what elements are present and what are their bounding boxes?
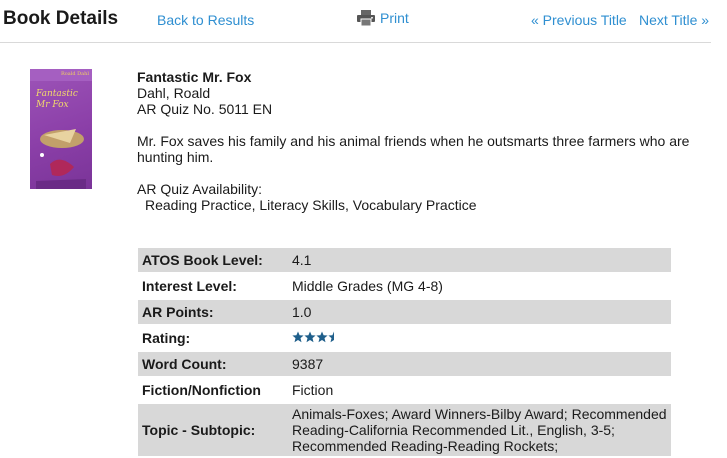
detail-key: Topic - Subtopic:	[138, 404, 288, 456]
detail-key: AR Points:	[138, 300, 288, 324]
rating-value	[288, 326, 671, 350]
next-title-link[interactable]: Next Title »	[639, 12, 709, 28]
quiz-availability-list: Reading Practice, Literacy Skills, Vocab…	[145, 197, 477, 213]
detail-value: Middle Grades (MG 4-8)	[292, 278, 443, 294]
detail-value: 4.1	[288, 248, 671, 272]
detail-key: Fiction/Nonfiction	[142, 382, 261, 398]
book-summary: Mr. Fox saves his family and his animal …	[137, 133, 690, 165]
printer-icon	[357, 10, 375, 26]
detail-value: Fiction	[292, 382, 334, 398]
book-cover-image: Roald Dahl Fantastic Mr Fox	[30, 69, 92, 189]
star-icon	[304, 331, 316, 343]
quiz-number: AR Quiz No. 5011 EN	[137, 101, 273, 117]
cover-author: Roald Dahl	[61, 71, 89, 77]
page-title: Book Details	[3, 8, 119, 29]
detail-key: ATOS Book Level:	[138, 248, 288, 272]
table-row: Fiction/Nonfiction Fiction	[138, 378, 671, 402]
detail-value: 9387	[288, 352, 671, 376]
detail-value: 1.0	[288, 300, 671, 324]
cover-illustration	[36, 129, 86, 189]
detail-value: Animals-Foxes; Award Winners-Bilby Award…	[288, 404, 671, 456]
table-row: AR Points: 1.0	[138, 300, 671, 324]
cover-title: Fantastic Mr Fox	[36, 89, 78, 110]
header-bar: Book Details Back to Results Print « Pre…	[0, 0, 711, 43]
detail-key: Rating:	[142, 330, 191, 346]
book-author: Dahl, Roald	[137, 85, 211, 101]
star-icon	[292, 331, 304, 343]
table-row: Word Count: 9387	[138, 352, 671, 376]
detail-key: Word Count:	[138, 352, 288, 376]
book-info: Fantastic Mr. Fox Dahl, Roald AR Quiz No…	[137, 69, 697, 213]
table-row: ATOS Book Level: 4.1	[138, 248, 671, 272]
table-row: Interest Level: Middle Grades (MG 4-8)	[138, 274, 671, 298]
previous-title-link[interactable]: « Previous Title	[531, 12, 627, 28]
star-icon	[316, 331, 328, 343]
book-details-table: ATOS Book Level: 4.1 Interest Level: Mid…	[138, 246, 671, 458]
print-label: Print	[380, 10, 409, 26]
table-row: Topic - Subtopic: Animals-Foxes; Award W…	[138, 404, 671, 456]
rating-stars	[292, 331, 340, 343]
book-title: Fantastic Mr. Fox	[137, 69, 252, 85]
quiz-availability-heading: AR Quiz Availability:	[137, 181, 263, 197]
detail-key: Interest Level:	[142, 278, 237, 294]
table-row: Rating:	[138, 326, 671, 350]
print-button[interactable]: Print	[357, 10, 409, 26]
back-to-results-link[interactable]: Back to Results	[157, 12, 254, 28]
star-icon	[328, 331, 340, 343]
